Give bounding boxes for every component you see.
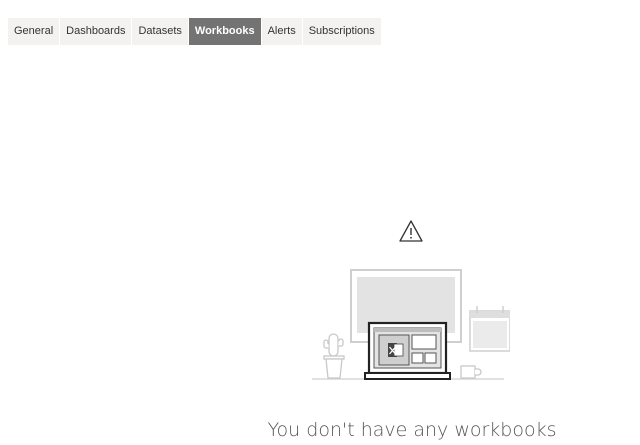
cup-shape xyxy=(460,365,482,379)
calendar-shape xyxy=(469,306,510,352)
tab-subscriptions[interactable]: Subscriptions xyxy=(302,18,381,45)
workspace-illustration xyxy=(312,269,510,380)
tab-datasets[interactable]: Datasets xyxy=(132,18,188,45)
tab-alerts[interactable]: Alerts xyxy=(261,18,302,45)
empty-state-message: You don't have any workbooks xyxy=(267,419,557,441)
tab-dashboards[interactable]: Dashboards xyxy=(60,18,132,45)
laptop-shape xyxy=(364,321,451,380)
tab-general[interactable]: General xyxy=(8,18,60,45)
tab-bar: General Dashboards Datasets Workbooks Al… xyxy=(8,18,381,45)
tab-workbooks[interactable]: Workbooks xyxy=(188,18,261,45)
warning-icon xyxy=(399,220,423,242)
cactus-shape xyxy=(323,333,345,379)
